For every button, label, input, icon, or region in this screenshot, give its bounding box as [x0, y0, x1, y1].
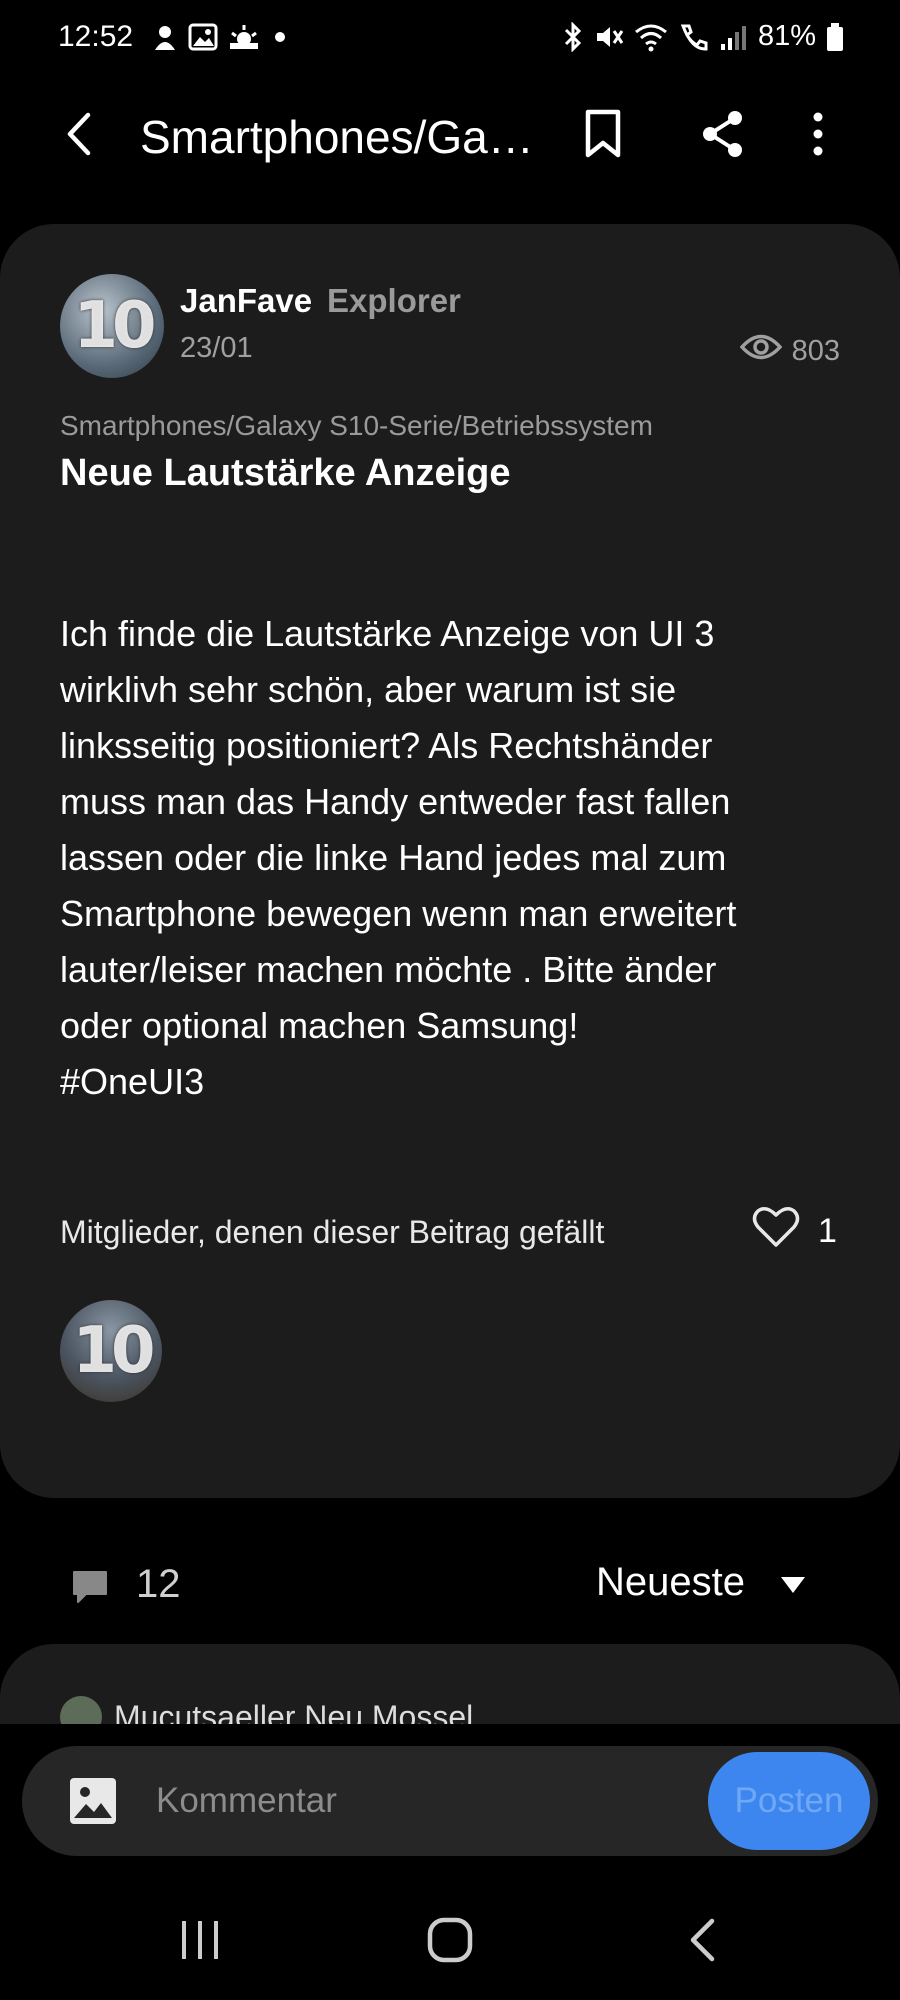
avatar-badge: 10	[73, 289, 156, 363]
breadcrumb[interactable]: Smartphones/Galaxy S10-Serie/Betriebssys…	[60, 410, 653, 442]
battery-icon	[826, 22, 844, 52]
comment-input[interactable]	[156, 1772, 556, 1830]
author-name[interactable]: JanFave	[180, 282, 312, 320]
status-left-icons	[152, 22, 290, 52]
like-count: 1	[818, 1212, 837, 1250]
wifi-icon	[634, 22, 668, 52]
dot-icon	[270, 27, 290, 47]
post-card: 10 JanFave Explorer 23/01 803 Smartphone…	[0, 224, 900, 1498]
liker-avatar-badge: 10	[72, 1314, 155, 1388]
back-button[interactable]	[58, 108, 98, 164]
bookmark-icon	[583, 109, 623, 164]
system-back-button[interactable]	[672, 1912, 732, 1972]
heart-icon	[752, 1206, 800, 1257]
notification-icon	[152, 22, 178, 52]
likes-label[interactable]: Mitglieder, denen dieser Beitrag gefällt	[60, 1214, 604, 1251]
caret-down-icon	[779, 1560, 807, 1605]
call-icon	[678, 22, 710, 52]
more-icon	[812, 111, 824, 162]
post-date: 23/01	[180, 332, 253, 364]
post-button[interactable]: Posten	[708, 1752, 870, 1850]
comments-header: 12 Neueste	[0, 1546, 900, 1626]
home-icon	[426, 1916, 474, 1969]
comment-icon	[70, 1568, 110, 1611]
signal-icon	[720, 22, 748, 52]
liker-avatar[interactable]: 10	[60, 1300, 162, 1402]
like-button[interactable]: 1	[752, 1206, 837, 1257]
gallery-icon	[188, 23, 218, 51]
recent-apps-icon	[178, 1919, 222, 1966]
bluetooth-icon	[562, 21, 584, 52]
status-time: 12:52	[58, 20, 134, 53]
view-count-value: 803	[791, 334, 840, 367]
view-count: 803	[739, 332, 840, 370]
home-button[interactable]	[420, 1912, 480, 1972]
app-header: Smartphones/Galaxy S10-Serie/Betriebssys…	[0, 90, 900, 180]
weather-icon	[228, 23, 260, 51]
recent-apps-button[interactable]	[170, 1912, 230, 1972]
back-icon	[64, 111, 92, 162]
bookmark-button[interactable]	[575, 108, 631, 164]
sort-label: Neueste	[596, 1560, 745, 1604]
battery-percent: 81%	[757, 20, 816, 52]
post-title: Neue Lautstärke Anzeige	[60, 452, 511, 494]
status-bar: 12:52 81%	[0, 0, 900, 80]
author-avatar[interactable]: 10	[60, 274, 164, 378]
system-nav-bar	[0, 1884, 900, 2000]
page-title: Smartphones/Galaxy S10-Serie/Betriebssys…	[140, 111, 540, 163]
system-back-icon	[687, 1917, 717, 1968]
sort-dropdown[interactable]: Neueste	[596, 1560, 807, 1605]
author-rank: Explorer	[327, 282, 461, 319]
share-icon	[700, 109, 746, 164]
comment-composer: Posten	[22, 1746, 878, 1856]
mute-icon	[594, 22, 624, 52]
more-options-button[interactable]	[790, 108, 846, 164]
post-body: Ich finde die Lautstärke Anzeige von UI …	[60, 613, 737, 1102]
share-button[interactable]	[695, 108, 751, 164]
eye-icon	[739, 332, 782, 370]
status-right-icons: 81%	[562, 20, 844, 53]
composer-bar: Posten	[0, 1724, 900, 1884]
comment-count: 12	[136, 1562, 181, 1606]
image-attach-icon[interactable]	[68, 1776, 118, 1831]
